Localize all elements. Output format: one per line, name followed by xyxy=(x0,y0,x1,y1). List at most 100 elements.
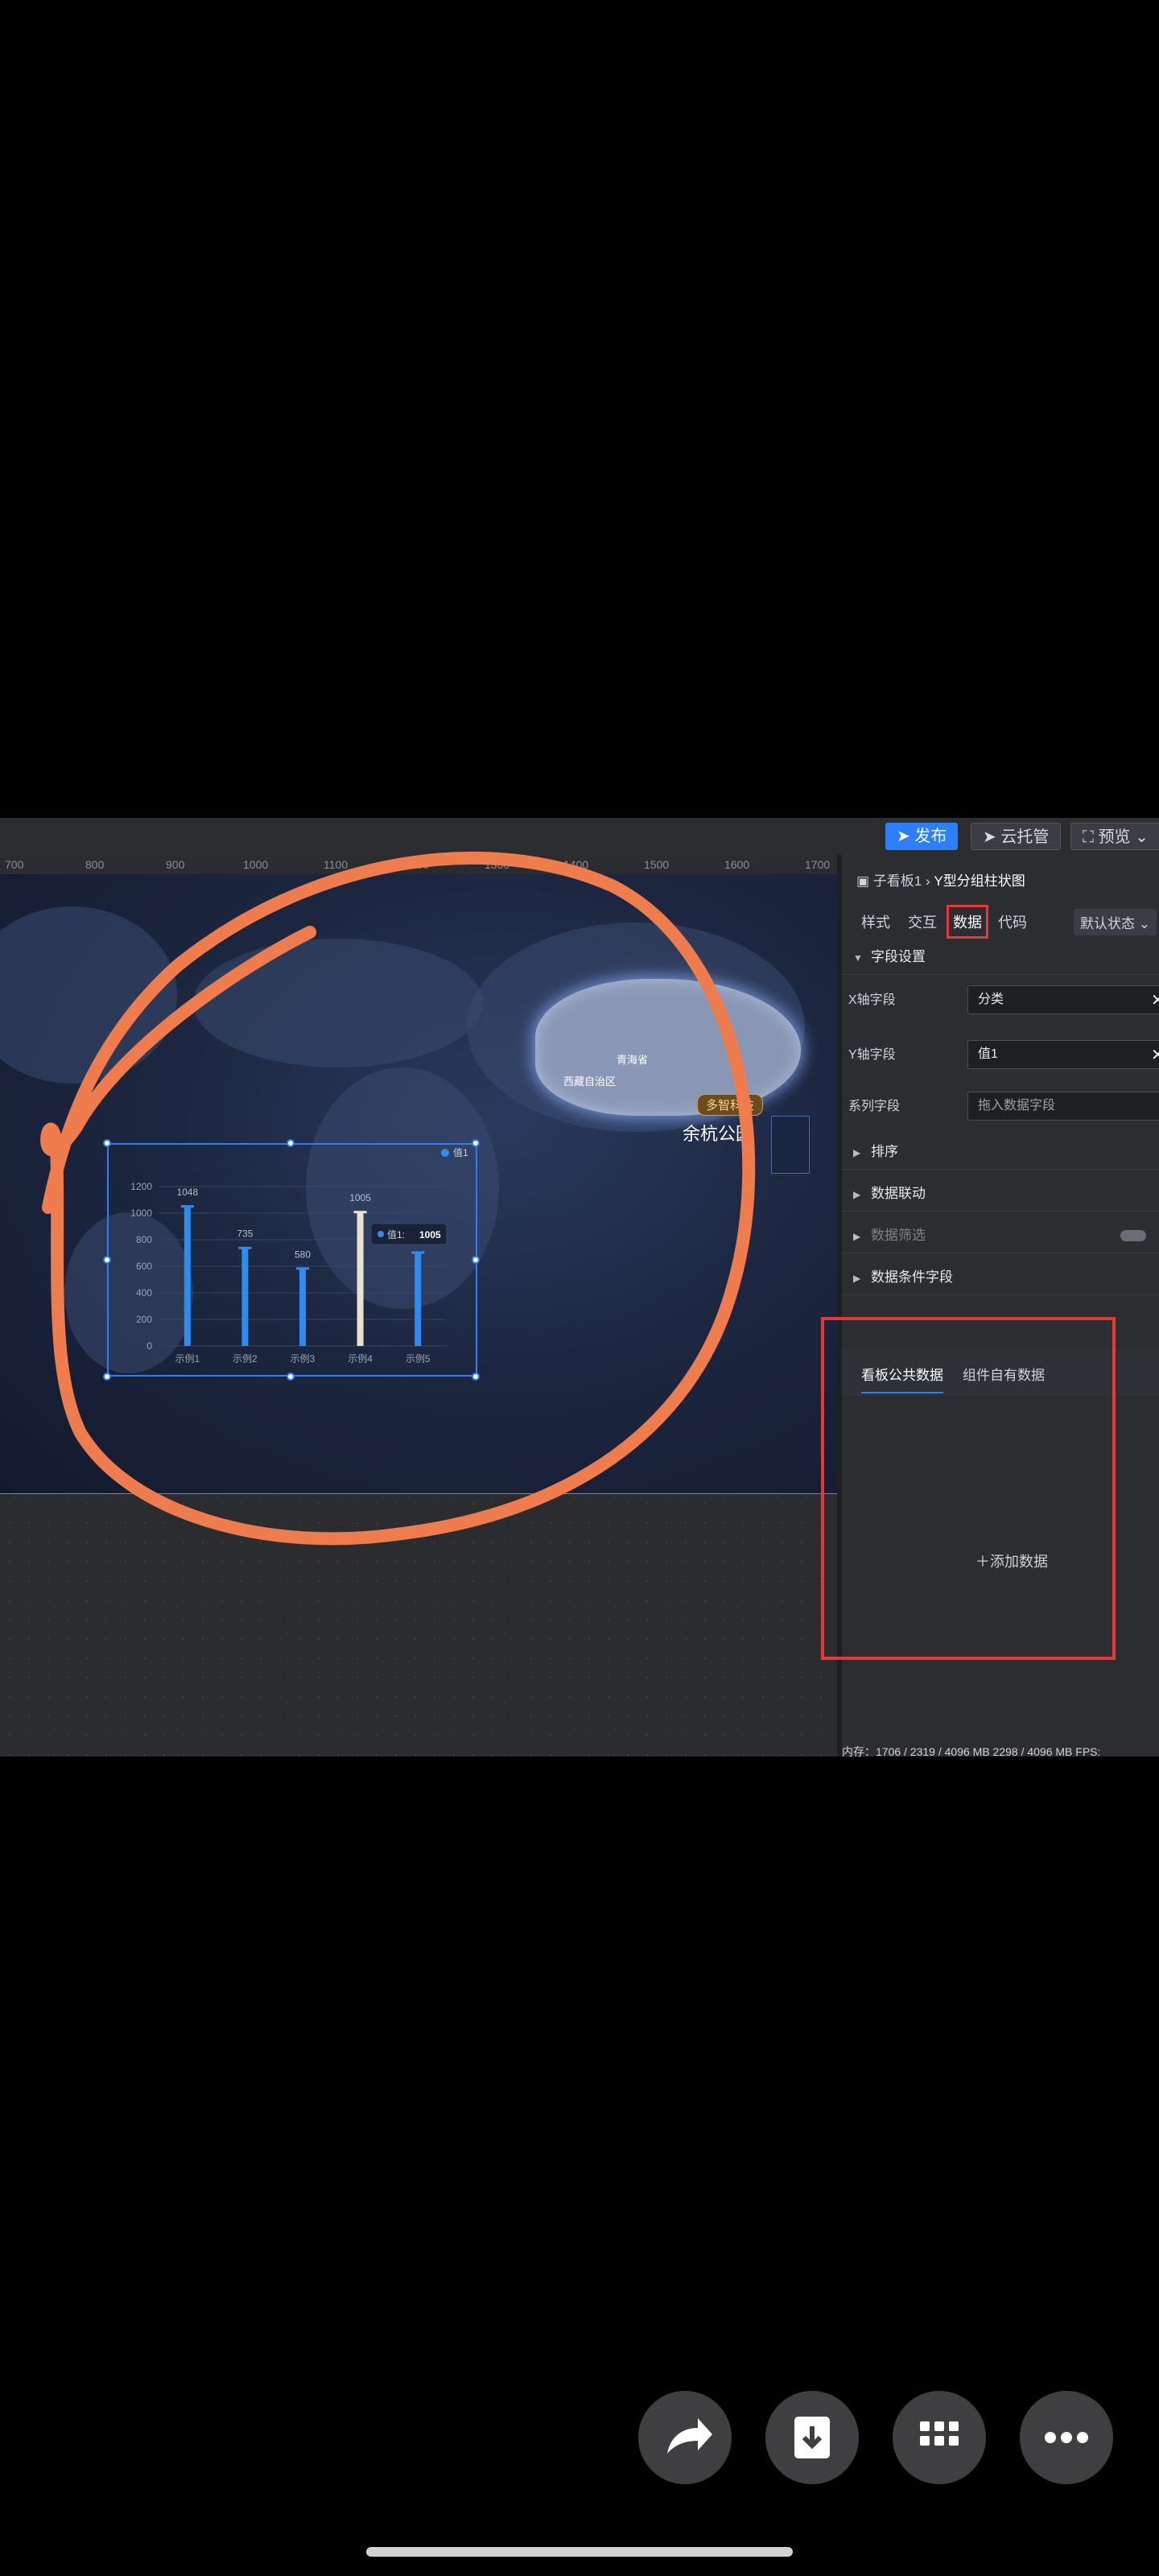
tab-style[interactable]: 样式 xyxy=(861,911,890,932)
bar-cap xyxy=(411,1251,425,1254)
bar xyxy=(299,1269,306,1346)
scroll-widget[interactable] xyxy=(771,1116,810,1174)
close-icon[interactable]: ✕ xyxy=(1151,990,1159,1010)
legend-label: 值1 xyxy=(453,1146,468,1158)
caret-right-icon: ▶ xyxy=(853,1231,861,1242)
resize-handle[interactable] xyxy=(472,1139,480,1147)
bar xyxy=(415,1253,422,1346)
x-field-label: X轴字段 xyxy=(848,993,896,1007)
bar-cap xyxy=(180,1205,194,1208)
park-title: 余杭公园 xyxy=(683,1124,754,1144)
breadcrumb-current: Y型分组柱状图 xyxy=(934,873,1025,889)
ruler-tick: 1500 xyxy=(644,858,670,871)
section-sort[interactable]: ▶ 排序 xyxy=(842,1135,1159,1170)
dashboard-canvas[interactable]: 青海省 西藏自治区 多智科技 余杭公园 0 200 400 600 800 1000 120… xyxy=(0,874,837,1494)
ruler-tick: 1700 xyxy=(805,858,831,871)
y-field-input[interactable]: 值1 xyxy=(967,1040,1159,1069)
annotation-box xyxy=(821,1317,1116,1660)
download-icon xyxy=(794,2417,830,2458)
grid-icon xyxy=(920,2421,959,2446)
top-toolbar: ➤ 发布 ➤ 云托管 ⛶ 预览 ⌄ xyxy=(0,818,1159,855)
resize-handle[interactable] xyxy=(103,1139,111,1147)
bar xyxy=(184,1207,191,1346)
ruler-tick: 1400 xyxy=(563,858,589,871)
bar-cap xyxy=(238,1246,252,1249)
tab-code[interactable]: 代码 xyxy=(998,911,1027,932)
chevron-down-icon: ⌄ xyxy=(1135,916,1150,931)
company-badge: 多智科技 xyxy=(697,1094,764,1116)
bar xyxy=(357,1212,364,1346)
legend-marker xyxy=(441,1149,449,1157)
y-tick-label: 600 xyxy=(136,1261,152,1272)
breadcrumb: ▣ 子看板1 › Y型分组柱状图 xyxy=(856,873,1025,889)
data-label: 580 xyxy=(295,1249,311,1260)
tooltip-value: 1005 xyxy=(419,1229,441,1241)
x-field-row: X轴字段 分类 ✕ xyxy=(848,980,1159,1019)
more-icon xyxy=(1045,2432,1088,2443)
bar-cap xyxy=(353,1211,367,1214)
resize-handle[interactable] xyxy=(287,1373,295,1381)
tab-interaction[interactable]: 交互 xyxy=(908,911,937,932)
resize-handle[interactable] xyxy=(103,1256,111,1264)
x-tick-label: 示例5 xyxy=(406,1353,431,1364)
section-field-settings[interactable]: ▼ 字段设置 xyxy=(842,940,1159,975)
caret-down-icon: ▼ xyxy=(853,952,863,964)
ruler-tick: 800 xyxy=(85,858,105,871)
cloud-hosting-button[interactable]: ➤ 云托管 xyxy=(971,823,1062,850)
board-icon: ▣ xyxy=(856,873,873,889)
map-label: 青海省 xyxy=(617,1054,649,1066)
home-indicator[interactable] xyxy=(366,2547,793,2557)
resize-handle[interactable] xyxy=(287,1139,295,1147)
data-label: 1048 xyxy=(176,1187,198,1198)
apps-button[interactable] xyxy=(893,2391,986,2484)
y-field-row: Y轴字段 值1 ✕ xyxy=(848,1035,1159,1074)
tooltip-label: 值1: xyxy=(387,1228,405,1241)
resize-handle[interactable] xyxy=(472,1373,480,1381)
series-field-input[interactable]: 拖入数据字段 xyxy=(967,1092,1159,1121)
editor-screenshot: ➤ 发布 ➤ 云托管 ⛶ 预览 ⌄ 700 800 900 1000 1100 … xyxy=(0,818,1159,1757)
resize-handle[interactable] xyxy=(103,1373,111,1381)
ruler-tick: 1000 xyxy=(243,858,269,871)
map-land xyxy=(0,906,177,1084)
ruler-tick: 1600 xyxy=(724,858,750,871)
section-linkage[interactable]: ▶ 数据联动 xyxy=(842,1177,1159,1212)
bar-cap xyxy=(296,1267,309,1270)
ruler-tick: 1300 xyxy=(485,858,510,871)
y-tick-label: 1200 xyxy=(130,1181,152,1192)
data-label: 735 xyxy=(237,1228,253,1240)
annotation-box xyxy=(947,905,988,939)
series-field-row: 系列字段 拖入数据字段 xyxy=(848,1087,1159,1125)
resize-handle[interactable] xyxy=(472,1256,480,1264)
state-select[interactable]: 默认状态 ⌄ xyxy=(1074,909,1157,935)
x-tick-label: 示例2 xyxy=(233,1353,258,1364)
bar-chart-widget[interactable]: 0 200 400 600 800 1000 1200 1048 示例1 735 示例2 580 示例3… xyxy=(107,1143,477,1377)
publish-button[interactable]: ➤ 发布 xyxy=(885,823,959,850)
caret-right-icon: ▶ xyxy=(853,1189,861,1200)
ruler-tick: 900 xyxy=(166,858,185,871)
ruler-tick: 700 xyxy=(5,858,24,871)
fullscreen-icon: ⛶ xyxy=(1083,828,1099,846)
workspace-grid xyxy=(0,1494,837,1757)
y-field-label: Y轴字段 xyxy=(848,1048,896,1062)
more-button[interactable] xyxy=(1020,2391,1113,2484)
preview-button[interactable]: ⛶ 预览 ⌄ xyxy=(1070,823,1159,850)
section-filter[interactable]: ▶ 数据筛选 xyxy=(842,1219,1159,1253)
bar-chart: 0 200 400 600 800 1000 1200 1048 示例1 735 示例2 580 示例3… xyxy=(130,1146,468,1364)
y-tick-label: 400 xyxy=(136,1287,152,1298)
share-button[interactable] xyxy=(638,2391,732,2484)
send-icon: ➤ xyxy=(983,828,1001,846)
x-field-input[interactable]: 分类 xyxy=(967,985,1159,1014)
share-icon xyxy=(667,2418,712,2454)
series-field-label: 系列字段 xyxy=(848,1100,901,1113)
bar xyxy=(241,1248,249,1346)
close-icon[interactable]: ✕ xyxy=(1151,1045,1159,1065)
filter-toggle[interactable] xyxy=(1120,1230,1146,1241)
horizontal-ruler: 700 800 900 1000 1100 1200 1300 1400 150… xyxy=(0,855,837,874)
memory-status: 内存：1706 / 2319 / 4096 MB 2298 / 4096 MB … xyxy=(842,1745,1101,1757)
map-land xyxy=(193,939,483,1067)
x-tick-label: 示例1 xyxy=(175,1353,200,1364)
download-button[interactable] xyxy=(765,2391,859,2484)
section-condition-field[interactable]: ▶ 数据条件字段 xyxy=(842,1261,1159,1295)
x-tick-label: 示例3 xyxy=(291,1353,316,1364)
ruler-tick: 1100 xyxy=(324,858,349,871)
